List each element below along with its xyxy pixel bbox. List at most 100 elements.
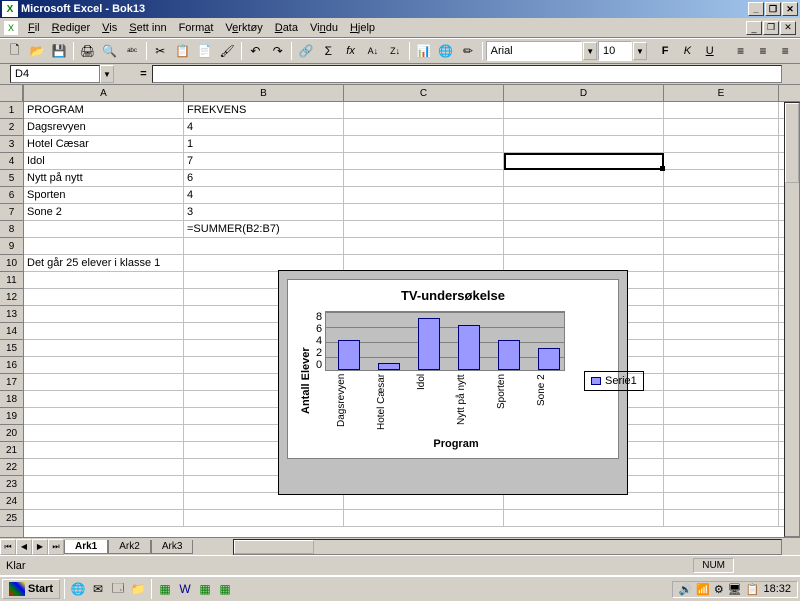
cell-E17[interactable] [664, 374, 779, 390]
row-header-4[interactable]: 4 [0, 153, 23, 170]
map-button[interactable]: 🌐 [435, 40, 456, 62]
menu-data[interactable]: Data [269, 20, 304, 36]
cell-E10[interactable] [664, 255, 779, 271]
autosum-button[interactable]: Σ [318, 40, 339, 62]
cell-B24[interactable] [184, 493, 344, 509]
cell-A21[interactable] [24, 442, 184, 458]
vertical-scrollbar[interactable] [784, 102, 800, 537]
menu-hjelp[interactable]: Hjelp [344, 20, 381, 36]
row-header-25[interactable]: 25 [0, 510, 23, 527]
cell-A20[interactable] [24, 425, 184, 441]
cell-A2[interactable]: Dagsrevyen [24, 119, 184, 135]
ql-word-icon[interactable]: W [176, 580, 194, 598]
cell-E6[interactable] [664, 187, 779, 203]
doc-close-button[interactable]: ✕ [780, 21, 796, 35]
vscroll-thumb[interactable] [785, 103, 799, 183]
cell-A6[interactable]: Sporten [24, 187, 184, 203]
cell-E19[interactable] [664, 408, 779, 424]
row-header-12[interactable]: 12 [0, 289, 23, 306]
chart-object[interactable]: TV-undersøkelse Antall Elever 8 6 4 2 0 [278, 270, 628, 495]
menu-vindu[interactable]: Vindu [304, 20, 344, 36]
chart-button[interactable]: 📊 [413, 40, 434, 62]
cell-E7[interactable] [664, 204, 779, 220]
sort-desc-button[interactable]: Z↓ [385, 40, 406, 62]
ql-excel1-icon[interactable]: ▦ [156, 580, 174, 598]
ql-excel2-icon[interactable]: ▦ [196, 580, 214, 598]
cell-B2[interactable]: 4 [184, 119, 344, 135]
row-header-11[interactable]: 11 [0, 272, 23, 289]
cell-C1[interactable] [344, 102, 504, 118]
ql-ie-icon[interactable]: 🌐 [69, 580, 87, 598]
cell-E15[interactable] [664, 340, 779, 356]
cell-B7[interactable]: 3 [184, 204, 344, 220]
row-header-16[interactable]: 16 [0, 357, 23, 374]
select-all-corner[interactable] [0, 85, 23, 102]
cell-A13[interactable] [24, 306, 184, 322]
cell-A22[interactable] [24, 459, 184, 475]
tray-icon[interactable]: 🖥 [728, 583, 742, 596]
hyperlink-button[interactable]: 🔗 [295, 40, 316, 62]
cell-D6[interactable] [504, 187, 664, 203]
paste-button[interactable]: 📄 [194, 40, 215, 62]
ql-excel3-icon[interactable]: ▦ [216, 580, 234, 598]
cell-E13[interactable] [664, 306, 779, 322]
cell-A10[interactable]: Det går 25 elever i klasse 1 [24, 255, 184, 271]
row-header-10[interactable]: 10 [0, 255, 23, 272]
copy-button[interactable]: 📋 [172, 40, 193, 62]
cell-B3[interactable]: 1 [184, 136, 344, 152]
cell-A19[interactable] [24, 408, 184, 424]
open-button[interactable]: 📂 [26, 40, 47, 62]
cell-E23[interactable] [664, 476, 779, 492]
cell-C7[interactable] [344, 204, 504, 220]
preview-button[interactable]: 🔍 [99, 40, 120, 62]
name-box[interactable]: D4 [10, 65, 100, 83]
cell-A9[interactable] [24, 238, 184, 254]
cell-B4[interactable]: 7 [184, 153, 344, 169]
cell-E24[interactable] [664, 493, 779, 509]
hscroll-thumb[interactable] [234, 540, 314, 554]
doc-minimize-button[interactable]: _ [746, 21, 762, 35]
menu-format[interactable]: Format [173, 20, 220, 36]
cell-C5[interactable] [344, 170, 504, 186]
name-box-arrow[interactable]: ▼ [100, 65, 114, 83]
cell-E8[interactable] [664, 221, 779, 237]
cell-E9[interactable] [664, 238, 779, 254]
cell-A18[interactable] [24, 391, 184, 407]
cell-B8[interactable]: =SUMMER(B2:B7) [184, 221, 344, 237]
minimize-button[interactable]: _ [748, 2, 764, 16]
row-header-5[interactable]: 5 [0, 170, 23, 187]
cell-E5[interactable] [664, 170, 779, 186]
tray-icon[interactable]: 🔊 [679, 583, 693, 596]
cell-C4[interactable] [344, 153, 504, 169]
drawing-button[interactable]: ✏ [457, 40, 478, 62]
cell-B10[interactable] [184, 255, 344, 271]
row-header-14[interactable]: 14 [0, 323, 23, 340]
cell-E2[interactable] [664, 119, 779, 135]
tab-last-button[interactable]: ⏭ [48, 539, 64, 555]
new-button[interactable]: 🗋 [4, 40, 25, 62]
row-header-1[interactable]: 1 [0, 102, 23, 119]
print-button[interactable]: 🖨 [77, 40, 98, 62]
col-header-a[interactable]: A [24, 85, 184, 101]
cell-B6[interactable]: 4 [184, 187, 344, 203]
cell-D5[interactable] [504, 170, 664, 186]
row-header-19[interactable]: 19 [0, 408, 23, 425]
cell-A16[interactable] [24, 357, 184, 373]
align-left-button[interactable]: ≡ [730, 40, 751, 62]
cell-C6[interactable] [344, 187, 504, 203]
cell-D7[interactable] [504, 204, 664, 220]
tab-first-button[interactable]: ⏮ [0, 539, 16, 555]
col-header-c[interactable]: C [344, 85, 504, 101]
cell-C2[interactable] [344, 119, 504, 135]
cell-E4[interactable] [664, 153, 779, 169]
cell-D25[interactable] [504, 510, 664, 526]
menu-rediger[interactable]: Rediger [46, 20, 97, 36]
tray-icon[interactable]: ⚙ [714, 583, 724, 596]
row-header-8[interactable]: 8 [0, 221, 23, 238]
cell-A23[interactable] [24, 476, 184, 492]
cell-E22[interactable] [664, 459, 779, 475]
cell-A12[interactable] [24, 289, 184, 305]
doc-maximize-button[interactable]: ❐ [763, 21, 779, 35]
cell-E16[interactable] [664, 357, 779, 373]
cell-C24[interactable] [344, 493, 504, 509]
